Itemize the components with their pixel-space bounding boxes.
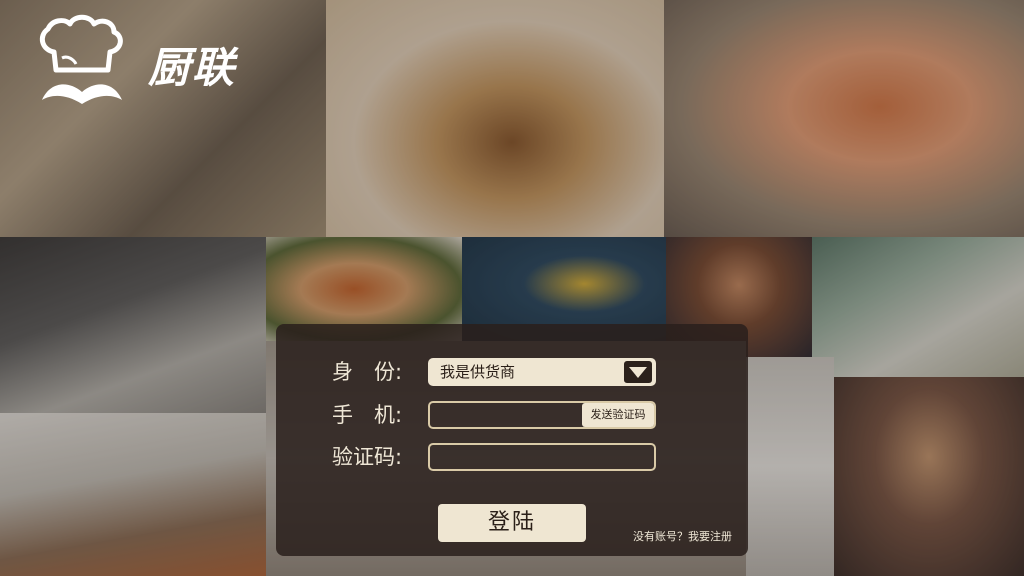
login-panel: 身 份: 我是供货商 手 机: 发送验证码 验证码: 登陆 没有账号？我要注册 <box>276 324 748 556</box>
register-link[interactable]: 没有账号？我要注册 <box>633 528 732 544</box>
phone-label: 手 机: <box>332 403 403 427</box>
phone-row: 手 机: 发送验证码 <box>276 399 748 431</box>
brand-name: 厨联 <box>148 43 237 92</box>
code-field[interactable] <box>428 443 656 471</box>
identity-label: 身 份: <box>332 360 403 384</box>
chef-mustache-icon <box>39 14 123 104</box>
dropdown-caret-icon[interactable] <box>624 361 652 383</box>
login-button[interactable]: 登陆 <box>438 504 586 542</box>
identity-select[interactable]: 我是供货商 <box>428 358 656 386</box>
identity-select-value: 我是供货商 <box>440 363 516 381</box>
phone-field[interactable]: 发送验证码 <box>428 401 656 429</box>
code-label: 验证码: <box>332 445 403 469</box>
identity-row: 身 份: 我是供货商 <box>276 356 748 388</box>
code-input[interactable] <box>430 445 654 469</box>
code-row: 验证码: <box>276 441 748 473</box>
send-code-button[interactable]: 发送验证码 <box>582 403 654 427</box>
